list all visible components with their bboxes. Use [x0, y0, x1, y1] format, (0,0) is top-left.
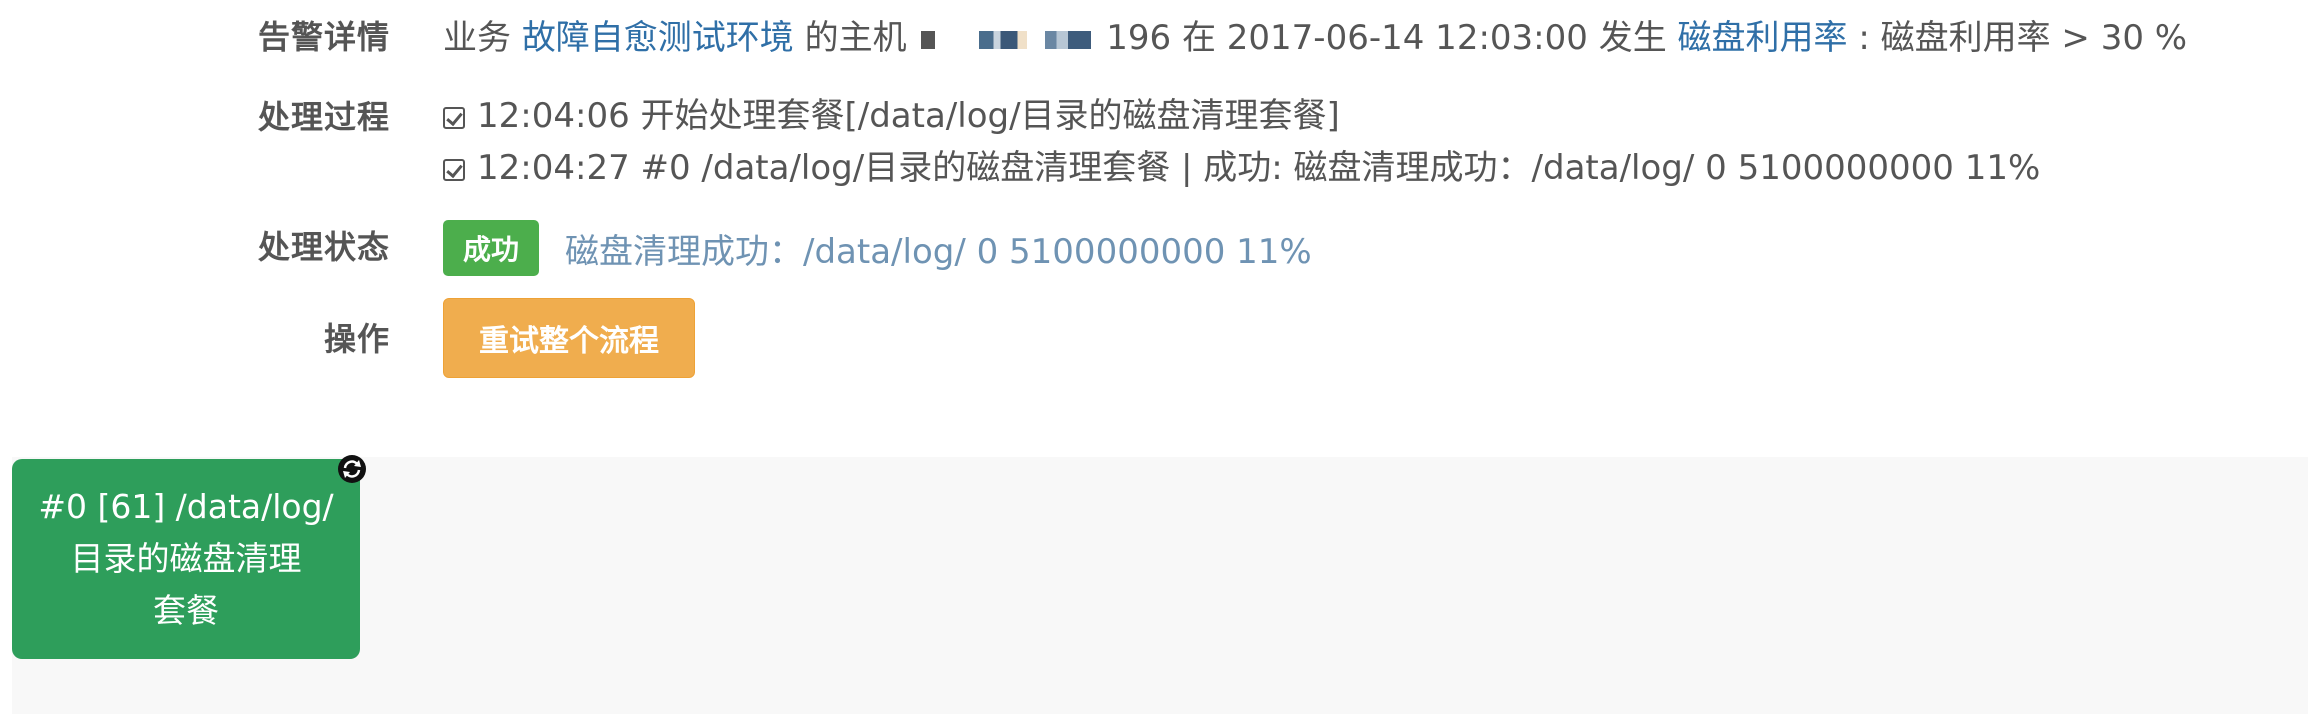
- masked-host-ip-3: [1045, 30, 1092, 49]
- refresh-icon[interactable]: [338, 455, 366, 483]
- alert-timestamp: 2017-06-14 12:03:00: [1226, 18, 1588, 58]
- flow-node-label: #0 [61] /data/log/ 目录的磁盘清理 套餐: [38, 487, 334, 630]
- actions-label: 操作: [323, 320, 390, 358]
- retry-flow-button[interactable]: 重试整个流程: [443, 298, 695, 378]
- status-label: 处理状态: [257, 228, 390, 266]
- text-business: 业务: [443, 18, 511, 58]
- text-host: 的主机: [804, 18, 907, 58]
- status-message: 磁盘清理成功：/data/log/ 0 5100000000 11%: [565, 231, 1312, 272]
- masked-host-ip-2: [979, 30, 1028, 49]
- status-value: 成功 磁盘清理成功：/data/log/ 0 5100000000 11%: [443, 220, 1312, 276]
- business-link[interactable]: 故障自愈测试环境: [522, 18, 794, 58]
- status-badge: 成功: [443, 220, 540, 276]
- process-label: 处理过程: [257, 98, 390, 136]
- text-at: 在: [1181, 18, 1216, 58]
- metric-link[interactable]: 磁盘利用率: [1678, 18, 1848, 58]
- alert-detail-label: 告警详情: [257, 18, 390, 56]
- alert-condition: : 磁盘利用率 > 30 %: [1858, 18, 2188, 58]
- process-step: 12:04:06 开始处理套餐[/data/log/目录的磁盘清理套餐]: [443, 88, 1340, 137]
- alert-detail-value: 业务 故障自愈测试环境 的主机 196 在 2017-06-14 12:03:0…: [443, 10, 2187, 59]
- text-occurred: 发生: [1598, 18, 1667, 58]
- flow-node[interactable]: #0 [61] /data/log/ 目录的磁盘清理 套餐: [12, 459, 360, 659]
- alert-detail-panel: 告警详情 业务 故障自愈测试环境 的主机 196 在 2017-06-14 12…: [0, 0, 2308, 420]
- host-suffix: 196: [1106, 18, 1172, 58]
- alert-detail-row: 告警详情 业务 故障自愈测试环境 的主机 196 在 2017-06-14 12…: [0, 8, 2308, 58]
- flow-canvas: #0 [61] /data/log/ 目录的磁盘清理 套餐: [12, 455, 2308, 714]
- masked-host-ip-1: [921, 30, 936, 49]
- status-row: 处理状态 成功 磁盘清理成功：/data/log/ 0 5100000000 11…: [0, 218, 2308, 278]
- process-step-text: 12:04:06 开始处理套餐[/data/log/目录的磁盘清理套餐]: [477, 96, 1340, 136]
- check-square-icon: [443, 159, 465, 181]
- process-step-text: 12:04:27 #0 /data/log/目录的磁盘清理套餐 | 成功: 磁盘…: [477, 148, 2041, 188]
- process-row: 处理过程 12:04:06 开始处理套餐[/data/log/目录的磁盘清理套餐…: [0, 88, 2308, 198]
- check-square-icon: [443, 107, 465, 129]
- actions-row: 操作: [0, 300, 2308, 380]
- process-step: 12:04:27 #0 /data/log/目录的磁盘清理套餐 | 成功: 磁盘…: [443, 140, 2040, 189]
